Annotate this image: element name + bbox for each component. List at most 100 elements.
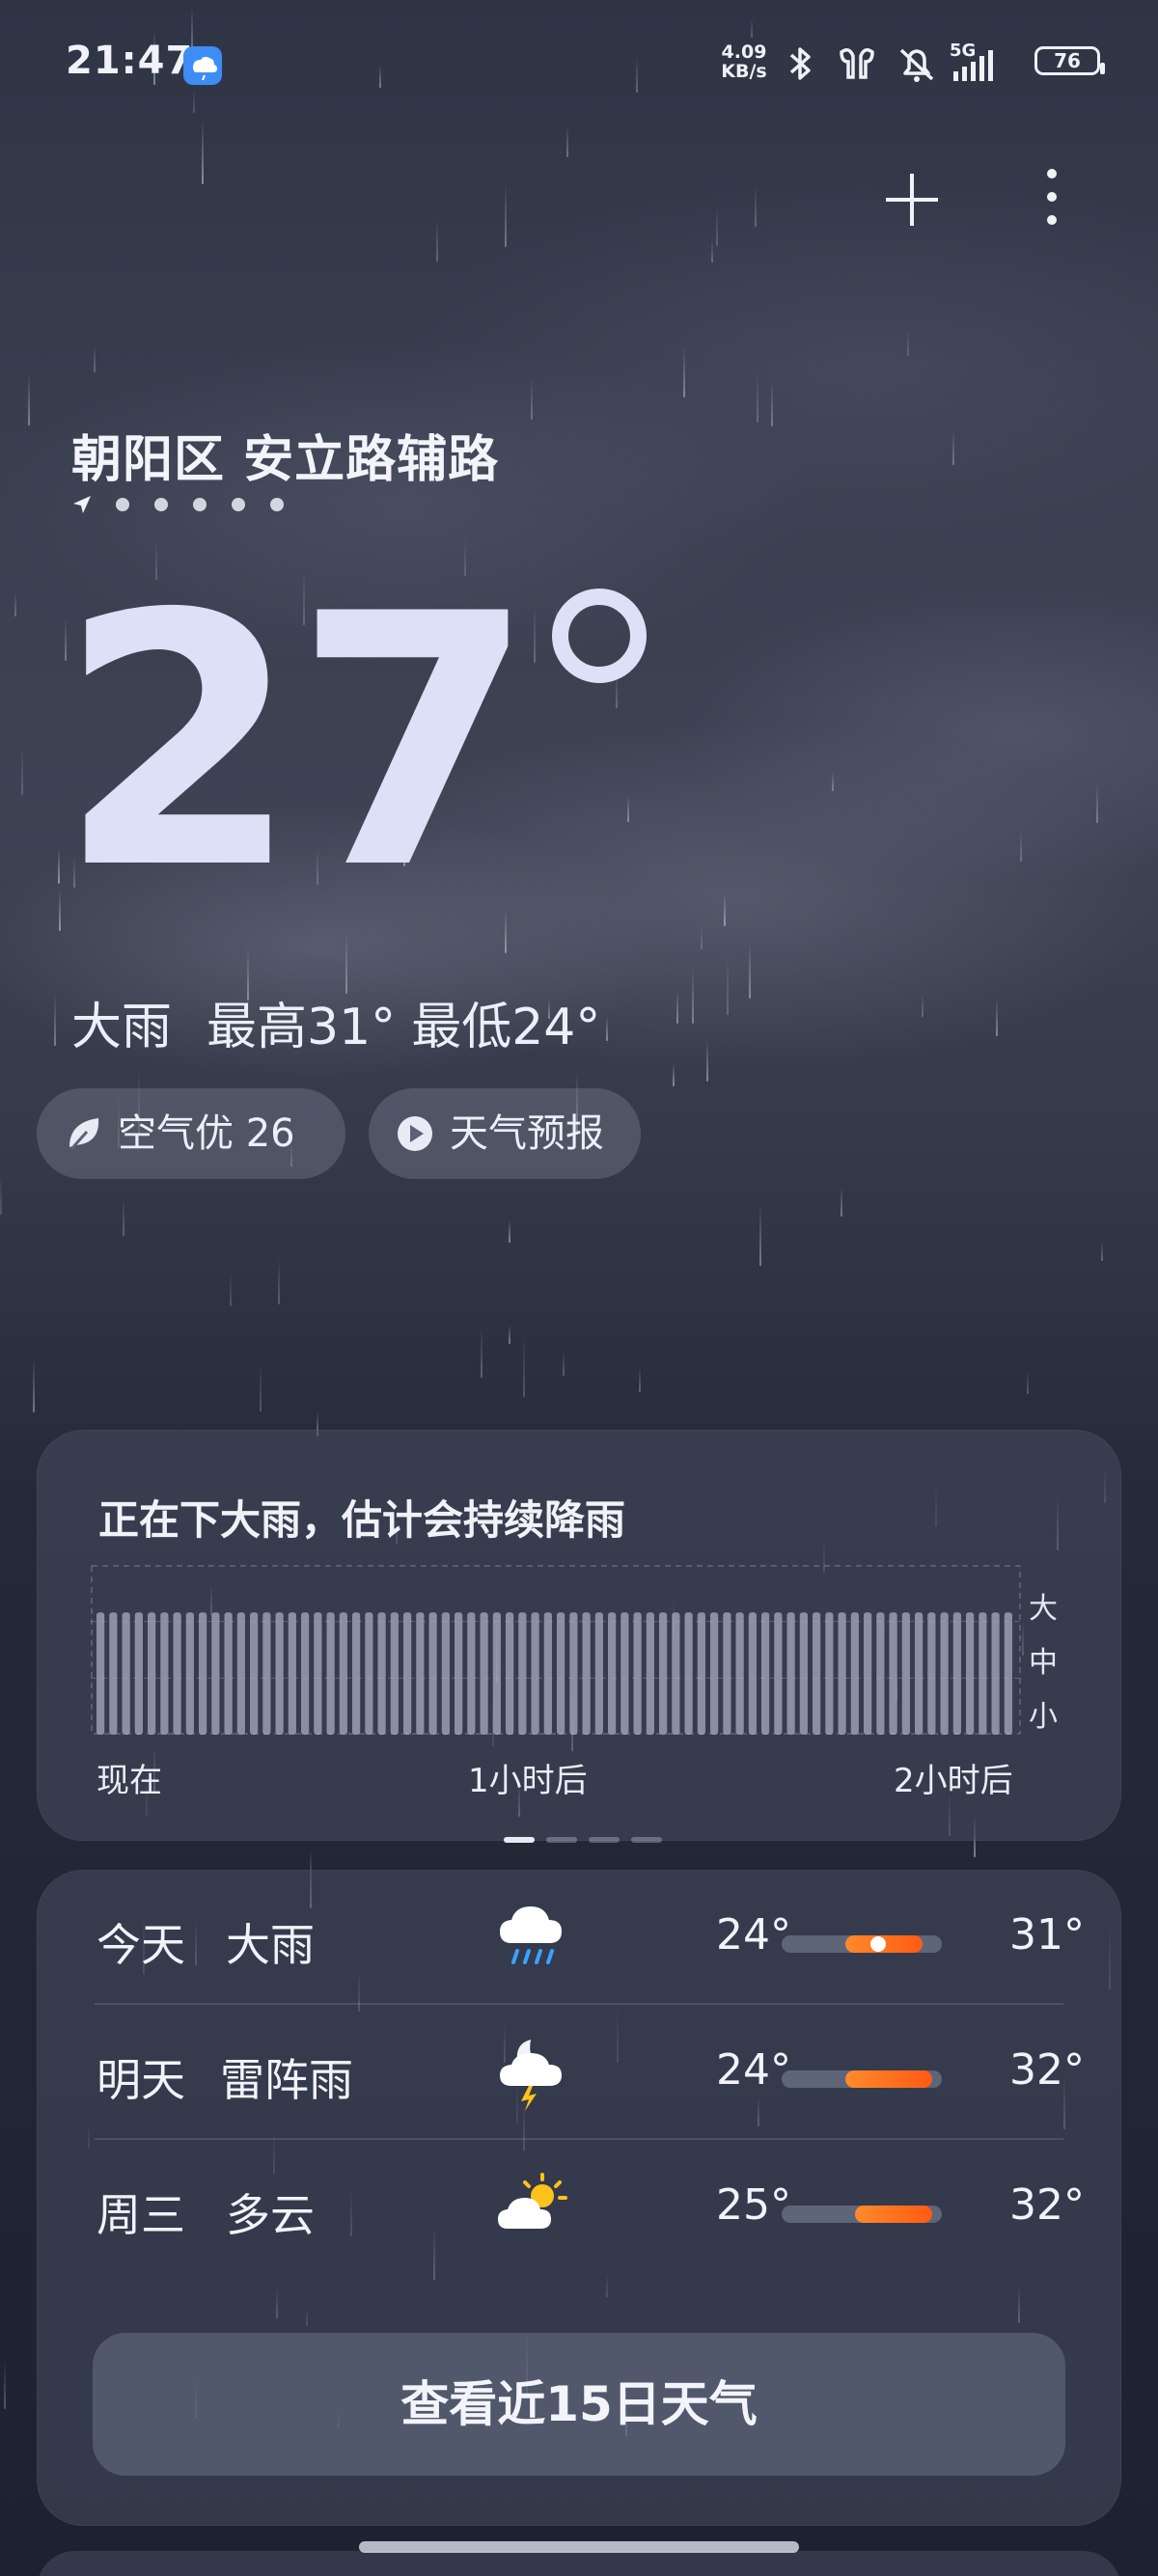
rain-streak <box>907 329 909 356</box>
forecast-day: 周三 <box>96 2189 185 2241</box>
precipitation-bar <box>506 1612 514 1735</box>
location-arrow-icon <box>73 496 91 513</box>
precipitation-bar <box>314 1612 322 1735</box>
precipitation-bar <box>250 1612 259 1735</box>
precipitation-bar <box>979 1612 987 1735</box>
rain-streak <box>4 2360 6 2409</box>
forecast-condition: 多云 <box>226 2189 315 2241</box>
network-speed: 4.09 KB/s <box>721 41 767 82</box>
precipitation-bar <box>582 1612 591 1735</box>
rain-streak <box>755 184 757 227</box>
forecast-low: 24° <box>716 1910 791 1959</box>
current-temperature: 27 <box>58 540 536 945</box>
precipitation-bar <box>467 1612 476 1735</box>
precipitation-bar <box>838 1612 846 1735</box>
rain-streak <box>706 1040 708 1082</box>
rain-streak <box>21 747 23 795</box>
temperature-range-fill <box>855 2206 933 2223</box>
rain-streak <box>724 893 726 926</box>
rain-streak <box>639 1367 641 1392</box>
precipitation-bar <box>173 1612 181 1735</box>
rain-streak <box>996 999 998 1036</box>
rain-streak <box>563 1352 565 1376</box>
precipitation-card[interactable]: 正在下大雨，估计会持续降雨 大 中 小 现在 1小时后 2小时后 <box>37 1430 1121 1843</box>
rain-streak <box>509 1325 510 1344</box>
precipitation-bar <box>339 1612 347 1735</box>
precipitation-bar <box>96 1612 105 1735</box>
condition-summary: 大雨 最高31° 最低24° <box>71 986 635 1058</box>
card-page-dot-active <box>504 1837 535 1843</box>
precipitation-bar <box>211 1612 220 1735</box>
precipitation-bar <box>850 1612 859 1735</box>
precipitation-bar <box>646 1612 654 1735</box>
rain-streak <box>1096 783 1098 823</box>
cloud-moon-thunder-icon <box>492 2030 579 2117</box>
rain-streak <box>1027 1371 1029 1394</box>
precipitation-bar <box>480 1612 488 1735</box>
card-page-dot <box>631 1837 662 1843</box>
precipitation-bar <box>441 1612 450 1735</box>
more-button[interactable] <box>1033 166 1071 232</box>
precipitation-bar <box>518 1612 527 1735</box>
rain-streak <box>627 796 629 822</box>
air-quality-pill[interactable]: 空气优 26 <box>37 1088 345 1179</box>
precipitation-bar <box>199 1612 207 1735</box>
page-dot <box>270 498 284 511</box>
rain-streak <box>841 1187 842 1217</box>
rain-streak <box>14 591 16 617</box>
rain-streak <box>757 371 758 423</box>
forecast-day: 明天 <box>96 2054 185 2106</box>
card-page-dot <box>546 1837 577 1843</box>
precipitation-bar <box>455 1612 463 1735</box>
add-city-button[interactable] <box>882 170 942 233</box>
precipitation-bar <box>620 1612 629 1735</box>
rain-streak <box>509 1220 510 1243</box>
weather-app-icon <box>183 46 222 85</box>
cloud-rain-icon <box>492 1895 579 1982</box>
precipitation-title: 正在下大雨，估计会持续降雨 <box>98 1496 626 1544</box>
precipitation-bar <box>122 1612 130 1735</box>
rain-streak <box>716 207 718 246</box>
card-page-dot <box>589 1837 620 1843</box>
rain-streak <box>0 1174 2 1215</box>
precipitation-bar <box>608 1612 617 1735</box>
status-time: 21:47 <box>66 39 194 83</box>
rain-streak <box>123 1197 124 1236</box>
sun-cloud-icon <box>492 2165 579 2252</box>
forecast-high: 31° <box>1009 1910 1085 1959</box>
forecast-row[interactable]: 周三 多云 25° 32° <box>37 2140 1121 2275</box>
precipitation-bar <box>633 1612 642 1735</box>
location-name[interactable]: 朝阳区 安立路辅路 <box>71 419 499 491</box>
view-15-day-button[interactable]: 查看近15日天气 <box>93 2333 1065 2476</box>
precipitation-bar <box>160 1612 169 1735</box>
rain-streak <box>711 239 713 262</box>
rain-streak <box>28 372 30 425</box>
precipitation-bar <box>390 1612 399 1735</box>
precipitation-bar <box>403 1612 412 1735</box>
rain-streak <box>505 181 507 247</box>
high-temp: 最高31° <box>207 999 397 1056</box>
precipitation-bar <box>531 1612 539 1735</box>
forecast-row[interactable]: 明天 雷阵雨 24° 32° <box>37 2005 1121 2140</box>
navigation-handle[interactable] <box>359 2541 799 2553</box>
forecast-video-pill[interactable]: 天气预报 <box>369 1088 641 1179</box>
rain-streak <box>523 1334 525 1397</box>
precipitation-bar <box>594 1612 603 1735</box>
precipitation-bar <box>301 1612 310 1735</box>
time-label-1h: 1小时后 <box>468 1762 588 1800</box>
rain-streak <box>771 380 773 426</box>
precipitation-bar <box>262 1612 271 1735</box>
forecast-low: 24° <box>716 2045 791 2095</box>
precipitation-bar <box>684 1612 693 1735</box>
rain-streak <box>749 944 751 999</box>
precipitation-bar <box>352 1612 361 1735</box>
rain-streak <box>701 926 703 949</box>
rain-streak <box>94 346 96 372</box>
precipitation-bar <box>569 1612 578 1735</box>
forecast-condition: 大雨 <box>226 1919 315 1971</box>
rain-streak <box>531 377 533 420</box>
precipitation-bar <box>966 1612 975 1735</box>
rain-streak <box>1020 831 1022 862</box>
rain-streak <box>922 994 924 1017</box>
forecast-row[interactable]: 今天 大雨 24° 31° <box>37 1870 1121 2005</box>
